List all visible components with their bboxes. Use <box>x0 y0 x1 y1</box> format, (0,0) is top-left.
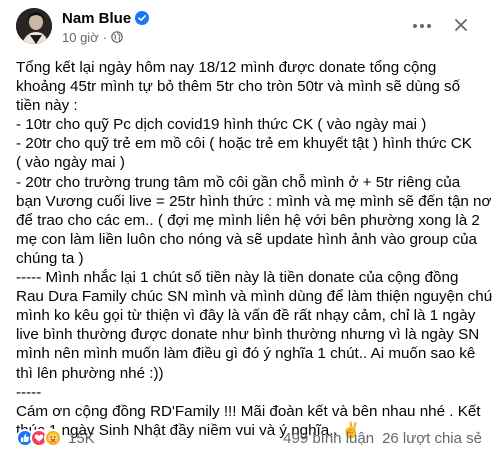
post-text-line: tiền này : <box>16 97 78 115</box>
post-text-line: thì lên phường nhé :)) <box>16 364 164 382</box>
more-options-icon[interactable] <box>408 14 436 38</box>
post-time-row: 10 giờ · <box>62 28 149 46</box>
post-text-line: ----- Mình nhắc lại 1 chút số tiền này l… <box>16 269 459 287</box>
post-text-line: mình ko kêu gọi từ thiện vì đây là vấn đ… <box>16 307 476 325</box>
care-icon <box>44 429 62 447</box>
author-row: Nam Blue <box>62 8 150 28</box>
reaction-count: 15K <box>68 429 95 447</box>
reaction-summary[interactable]: 15K <box>16 429 95 447</box>
avatar-image <box>16 8 52 44</box>
post-text-line: khoảng 45tr mình tự bỏ thêm 5tr cho tròn… <box>16 78 461 96</box>
post-text-line: để trao cho các em.. ( đợi mẹ mình liên … <box>16 211 480 229</box>
author-avatar[interactable] <box>16 8 52 44</box>
post-text-line: mình nên mình muốn làm điều gì đó ý nghĩ… <box>16 345 476 363</box>
post-text-line: chúng ta ) <box>16 249 84 267</box>
post-text-line: mẹ con làm liền luôn cho nóng và sẽ upda… <box>16 230 478 248</box>
close-icon[interactable] <box>448 12 474 38</box>
post-text-line: - 20tr cho quỹ trẻ em mồ côi ( hoặc trẻ … <box>16 135 472 153</box>
post-text-line: - 20tr cho trường trung tâm mồ côi gần c… <box>16 173 461 191</box>
meta-separator: · <box>102 29 108 45</box>
post-meta: Nam Blue 10 giờ · <box>62 8 150 46</box>
engagement-stats: 499 bình luận 26 lượt chia sẻ <box>283 430 482 447</box>
post-content: Tổng kết lại ngày hôm nay 18/12 mình đượ… <box>16 58 492 440</box>
post-header: Nam Blue 10 giờ · <box>16 8 482 48</box>
post-text-line: live bình thường được donate như bình th… <box>16 326 480 344</box>
post-text-line: ( vào ngày mai ) <box>16 154 125 172</box>
share-count[interactable]: 26 lượt chia sẻ <box>382 430 482 447</box>
post-text-line: Cám ơn cộng đồng RD'Family !!! Mãi đoàn … <box>16 402 481 420</box>
verified-badge-icon <box>135 11 150 25</box>
post-timestamp[interactable]: 10 giờ <box>62 30 99 45</box>
author-name[interactable]: Nam Blue <box>62 10 131 27</box>
post-text-line: bạn Vương cuối live = 25tr hình thức : m… <box>16 192 492 210</box>
post-text-line: ----- <box>16 383 42 401</box>
post-text-line: Tổng kết lại ngày hôm nay 18/12 mình đượ… <box>16 59 437 76</box>
post-text-line: Rau Dưa Family chúc SN mình và mình dùng… <box>16 288 492 306</box>
facebook-post: Nam Blue 10 giờ · Tổng kết lại ngày hôm … <box>0 0 492 457</box>
post-text-line: - 10tr cho quỹ Pc dịch covid19 hình thức… <box>16 116 427 134</box>
comment-count[interactable]: 499 bình luận <box>283 430 374 447</box>
post-footer: 15K 499 bình luận 26 lượt chia sẻ <box>16 427 482 449</box>
globe-icon[interactable] <box>111 31 123 43</box>
